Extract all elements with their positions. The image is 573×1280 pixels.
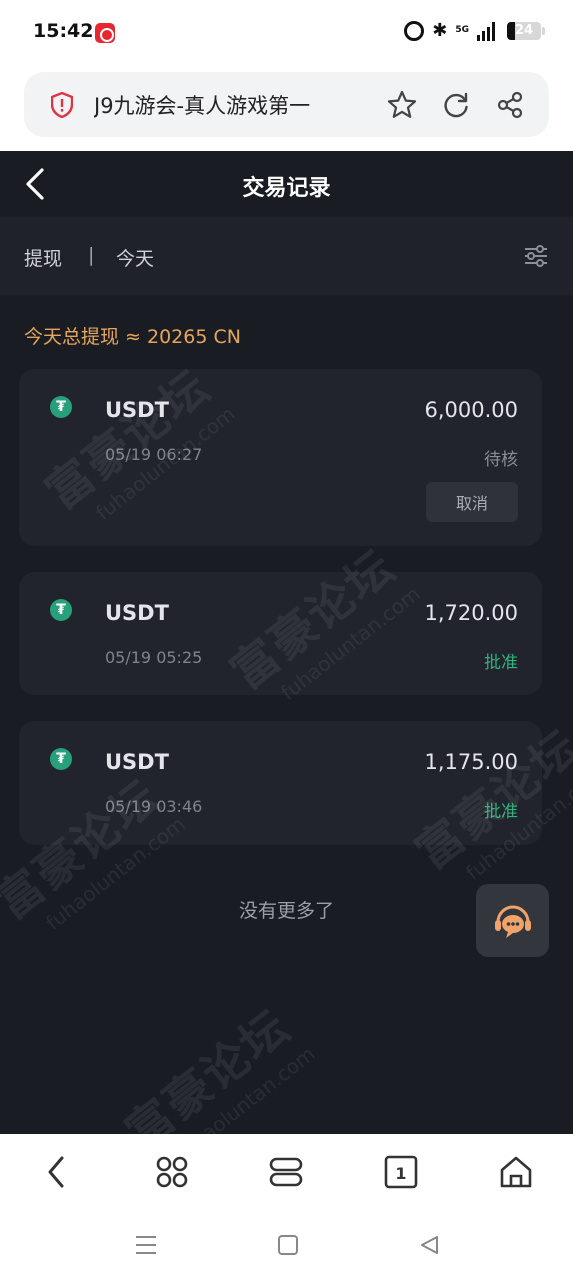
filter-type[interactable]: 提现	[24, 244, 62, 271]
notification-app-icon	[95, 23, 115, 43]
status-badge: 批准	[484, 802, 518, 822]
cancel-button[interactable]: 取消	[426, 482, 518, 522]
system-nav-bar	[0, 1212, 573, 1280]
app-header: 交易记录	[0, 151, 573, 217]
share-icon[interactable]	[493, 88, 527, 122]
page-title: 交易记录	[242, 176, 331, 201]
alarm-icon	[404, 20, 425, 41]
sys-back-button[interactable]	[416, 1232, 442, 1258]
filter-separator: |	[88, 244, 95, 266]
hamburger-icon	[136, 1236, 156, 1254]
customer-service-button[interactable]	[476, 884, 549, 957]
nav-apps-button[interactable]	[152, 1152, 192, 1192]
browser-address-bar: J9九游会-真人游戏第一	[0, 64, 573, 151]
transaction-card[interactable]: ₮ USDT 1,175.00 05/19 03:46 批准	[19, 721, 542, 845]
browser-nav-bar: 1	[0, 1134, 573, 1212]
nav-back-button[interactable]	[37, 1152, 77, 1192]
star-icon[interactable]	[385, 88, 419, 122]
battery-icon: 24	[507, 21, 545, 40]
network-type: 5G	[455, 25, 469, 35]
bluetooth-icon: ✱	[432, 20, 448, 41]
status-badge: 批准	[484, 653, 518, 673]
status-time: 15:42	[33, 20, 94, 42]
coin-name: USDT	[105, 601, 169, 625]
filter-row[interactable]: 提现 | 今天	[0, 217, 573, 295]
status-icons: ✱ 5G 24	[404, 20, 545, 41]
tabs-icon: 1	[384, 1155, 418, 1189]
transaction-card[interactable]: ₮ USDT 6,000.00 05/19 06:27 待核 取消	[19, 369, 542, 546]
headset-chat-icon	[494, 905, 531, 938]
nav-home-button[interactable]	[496, 1152, 536, 1192]
nav-menu-button[interactable]	[266, 1152, 306, 1192]
sliders-icon[interactable]	[523, 243, 549, 269]
transaction-amount: 1,720.00	[424, 601, 518, 625]
transaction-amount: 1,175.00	[424, 750, 518, 774]
usdt-coin-icon: ₮	[50, 748, 72, 770]
tabs-count: 1	[395, 1164, 406, 1183]
transaction-amount: 6,000.00	[424, 398, 518, 422]
apps-icon	[156, 1156, 188, 1188]
usdt-coin-icon: ₮	[50, 396, 72, 418]
sys-recents-button[interactable]	[133, 1232, 159, 1258]
refresh-icon[interactable]	[439, 88, 473, 122]
status-badge: 待核	[484, 450, 518, 470]
coin-name: USDT	[105, 750, 169, 774]
coin-name: USDT	[105, 398, 169, 422]
menu-icon	[269, 1157, 303, 1187]
url-title[interactable]: J9九游会-真人游戏第一	[94, 90, 354, 120]
sys-home-button[interactable]	[275, 1232, 301, 1258]
home-icon	[500, 1156, 532, 1188]
back-icon	[48, 1156, 64, 1188]
square-icon	[278, 1235, 298, 1255]
triangle-back-icon	[421, 1236, 438, 1254]
nav-tabs-button[interactable]: 1	[381, 1152, 421, 1192]
shield-icon[interactable]	[51, 92, 73, 118]
transaction-time: 05/19 03:46	[105, 797, 203, 816]
signal-icon	[477, 21, 495, 41]
usdt-coin-icon: ₮	[50, 599, 72, 621]
withdraw-summary: 今天总提现 ≈ 20265 CN	[24, 326, 241, 348]
filter-date[interactable]: 今天	[116, 244, 154, 271]
transaction-time: 05/19 06:27	[105, 445, 203, 464]
url-box[interactable]: J9九游会-真人游戏第一	[24, 72, 549, 137]
transaction-time: 05/19 05:25	[105, 648, 203, 667]
status-bar: 15:42 ✱ 5G 24	[0, 0, 573, 64]
battery-level: 24	[514, 22, 534, 38]
transaction-card[interactable]: ₮ USDT 1,720.00 05/19 05:25 批准	[19, 572, 542, 695]
